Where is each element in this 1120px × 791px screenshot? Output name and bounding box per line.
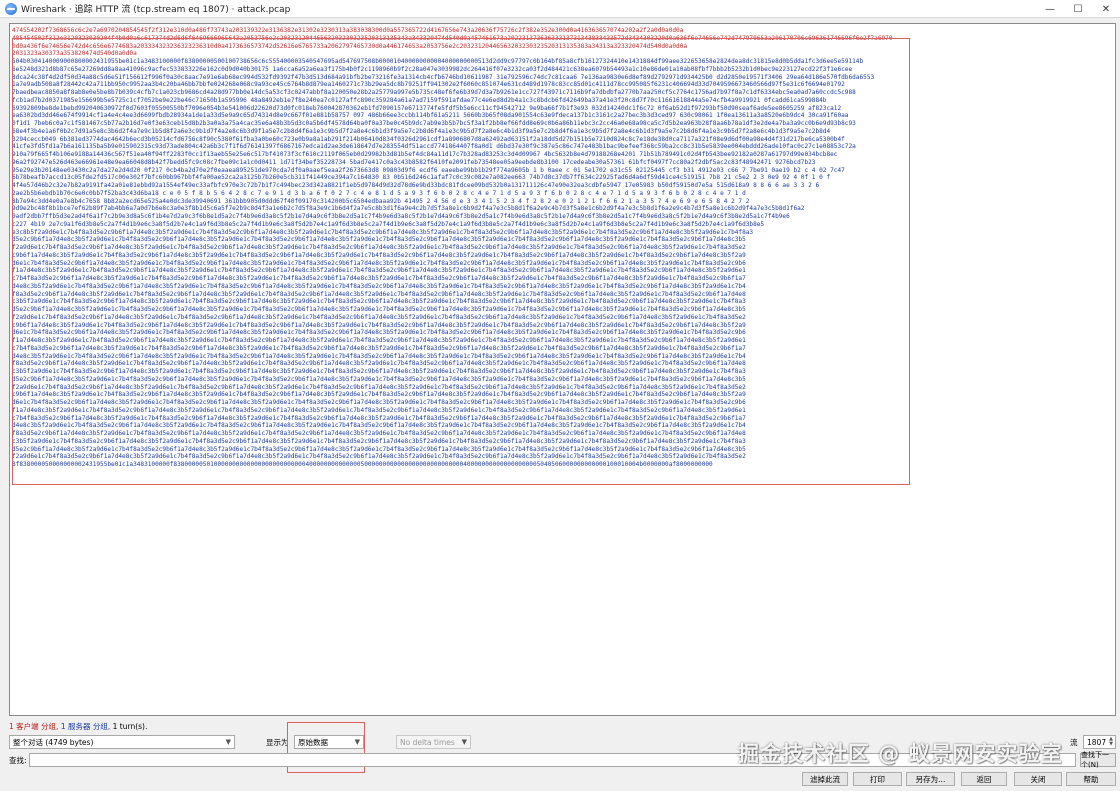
client-data-line: 2031323a30373a353820474d540d0a0d0a (12, 50, 137, 58)
chevron-down-icon: ▼ (461, 738, 467, 746)
client-packets-count: 1 客户端 分组, (9, 722, 59, 731)
server-packets-count: 1 服务器 分组, (60, 722, 111, 731)
back-button[interactable]: 返回 (961, 772, 1007, 786)
server-data-line: d6e1c7b4f8a3d5e2c9b6f1a7d4e8c3b5f2a9d6e1… (12, 399, 746, 406)
window-controls: — ☐ ✕ (1036, 0, 1120, 18)
close-window-button[interactable]: ✕ (1092, 0, 1120, 18)
server-data-line: c227 4b19 2e7c9a1f6d3b8e5c2a7f4d1b9e6c3a… (12, 220, 765, 228)
server-data-line: fcb1ad7b2d0371985e156699b5e5725c1cf7052b… (12, 96, 827, 104)
server-data-line: 0f1d1 7beb6c0a7c1f581467c5b77a2b16d7e0f3… (12, 120, 856, 127)
server-data-line: f1a7d4e8c3b5f2a9d6e1c7b4f8a3d5e2c9b6f1a7… (12, 267, 746, 275)
server-data-line: 910a79f665f4b106e9188a14436c567f51ea40f9… (12, 151, 838, 158)
server-data-line: f2a9d6e1c7b4f8a3d5e2c9b6f1a7d4e8c3b5f2a9… (12, 453, 746, 461)
stream-text[interactable]: 474554202f7368656c6c2e7a6970204854545f2f… (10, 24, 1115, 469)
client-data-line: 474554202f7368656c6c2e7a6970204854545f2f… (12, 27, 684, 34)
server-data-line: 96a2f92747e526d463e66961e48e9ea66048d8b4… (12, 158, 816, 166)
server-data-line: d6e1c7b4f8a3d5e2c9b6f1a7d4e8c3b5f2a9d6e1… (12, 259, 746, 267)
server-data-line: c9b6f1a7d4e8c3b5f2a9d6e1c7b4f8a3d5e2c9b6… (12, 391, 746, 399)
server-data-line: 68e4f3b4e1a6f0b2c7d91a5e8c3b6d2f4a7e9c1b… (12, 127, 831, 135)
stream-number-value: 1807 (1087, 737, 1107, 747)
server-data-line: 1a7e9adb508a8f28442c42a711bb950c9952aa3b… (12, 81, 845, 89)
server-data-line: f8a3d5e2c9b6f1a7d4e8c3b5f2a9d6e1c7b4f8a3… (12, 290, 746, 298)
server-data-line: f8a3d5e2c9b6f1a7d4e8c3b5f2a9d6e1c7b4f8a3… (12, 360, 746, 368)
server-data-line: 504b0304140009000800002431955be01c1a3483… (12, 58, 864, 65)
stream-number-spinbox[interactable]: 1807 ▲ ▼ (1083, 735, 1116, 749)
server-data-line: 8b7e94c3dd4e0a7e8b4c7658 8b82a2ecd65e525… (12, 197, 750, 205)
server-data-line: c3b5f2a9d6e1c7b4f8a3d5e2c9b6f1a7d4e8c3b5… (12, 298, 746, 306)
server-data-line: 6b78beafb7accd13c05fde2fd517c00e302f7bfc… (12, 174, 831, 182)
server-data-line: 6e5248d321d8b87c65e27269dd8a8aa41096c9ac… (12, 65, 853, 73)
server-data-line: c7b4f8a3d5e2c9b6f1a7d4e8c3b5f2a9d6e1c7b4… (12, 414, 746, 422)
close-button[interactable]: 关闭 (1014, 772, 1062, 786)
turns-count: 1 turn(s). (112, 722, 148, 731)
server-data-line: 8f838000050000000002431955be01c1a3483100… (12, 461, 713, 468)
minimize-button[interactable]: — (1036, 0, 1064, 18)
stream-stats: 1 客户端 分组, 1 服务器 分组, 1 turn(s). (9, 721, 147, 732)
server-data-line: d5e2c9b6f1a7d4e8c3b5f2a9d6e1c7b4f8a3d5e2… (12, 236, 746, 244)
server-data-line: c7b4f8a3d5e2c9b6f1a7d4e8c3b5f2a9d6e1c7b4… (12, 344, 746, 352)
client-data-line: 0d0a436f6e74656e742d4c656e6774683a203334… (12, 42, 688, 50)
save-as-button[interactable]: 另存为... (906, 772, 955, 786)
server-data-line: 9d9e2bc48f8b1bce7ef62b89f7ab4bb6a7a0d7b6… (12, 205, 805, 213)
server-data-line: 41cfe3fd5fd1a7b6a161135ba5b9e015902315c9… (12, 143, 856, 151)
watermark-text: 掘金技术社区 @ 蚁景网安实验室 (738, 742, 1063, 766)
spin-arrows-icon[interactable]: ▲ ▼ (1109, 737, 1113, 747)
find-label: 查找: (9, 756, 27, 765)
stream-label: 流 (1070, 738, 1078, 747)
filter-out-button[interactable]: 滤掉此流 (802, 772, 848, 786)
server-data-line: e3c8b5f2a9d6e1c7b4f8a3d5e2c9b6f1a7d4e8c3… (12, 228, 754, 236)
chevron-down-icon: ▼ (225, 738, 231, 746)
title-bar: Wireshark · 追踪 HTTP 流 (tcp.stream eq 180… (0, 0, 1120, 18)
maximize-button[interactable]: ☐ (1064, 0, 1092, 18)
wireshark-logo-icon (5, 2, 17, 15)
show-as-label: 显示为 (266, 738, 289, 747)
conversation-select-value: 整个对话 (4749 bytes) (13, 737, 94, 747)
print-button[interactable]: 打印 (853, 772, 902, 786)
server-data-line: c9b6f1a7d4e8c3b5f2a9d6e1c7b4f8a3d5e2c9b6… (12, 251, 746, 259)
server-data-line: c3b5f2a9d6e1c7b4f8a3d5e2c9b6f1a7d4e8c3b5… (12, 368, 746, 375)
server-data-line: ea6302bd3dd46e674f9914cf1a4e4c4ee3d6699f… (12, 112, 849, 120)
delta-times-select: No delta times ▼ (396, 735, 471, 749)
server-data-line: 2ae2b5b6ebdb1b70c6e0c0bb7f52ba3c43d6ba18… (12, 189, 746, 197)
server-data-line: d4e8c3b5f2a9d6e1c7b4f8a3d5e2c9b6f1a7d4e8… (12, 352, 746, 360)
server-data-line: c3b5f2a9d6e1c7b4f8a3d5e2c9b6f1a7d4e8c3b5… (12, 437, 746, 445)
server-data-line: d5e2c9b6f1a7d4e8c3b5f2a9d6e1c7b4f8a3d5e2… (12, 306, 746, 313)
stream-content-pane[interactable]: 474554202f7368656c6c2e7a6970204854545f2f… (9, 23, 1116, 716)
server-data-line: d4e8c3b5f2a9d6e1c7b4f8a3d5e2c9b6f1a7d4e8… (12, 422, 746, 430)
server-data-line: d5e2c9b6f1a7d4e8c3b5f2a9d6e1c7b4f8a3d5e2… (12, 445, 746, 453)
server-data-line: f2a9d6e1c7b4f8a3d5e2c9b6f1a7d4e8c3b5f2a9… (12, 383, 746, 391)
server-data-line: d6e1c7b4f8a3d5e2c9b6f1a7d4e8c3b5f2a9d6e1… (12, 329, 746, 337)
server-data-line: f2a9d6e1c7b4f8a3d5e2c9b6f1a7d4e8c3b5f2a9… (12, 244, 746, 251)
client-data-line: 485454502f312e3120323030204f4b0d0a6c6173… (12, 34, 893, 42)
server-data-line: f1a7d4e8c3b5f2a9d6e1c7b4f8a3d5e2c9b6f1a7… (12, 406, 746, 414)
server-data-line: d4e8c3b5f2a9d6e1c7b4f8a3d5e2c9b6f1a7d4e8… (12, 282, 746, 290)
server-data-line: c7b4f8a3d5e2c9b6f1a7d4e8c3b5f2a9d6e1c7b4… (12, 275, 746, 282)
server-data-line: 3294ceccb049 6b381ed3774dac4642b6ecd3b05… (12, 135, 845, 143)
server-data-line: f1a7d4e8c3b5f2a9d6e1c7b4f8a3d5e2c9b6f1a7… (12, 337, 746, 344)
server-data-line: 0adf2dbb7ffb5d3e2ad4f6a1f7c2b9e3d8a5c6f1… (12, 213, 790, 220)
server-data-line: 8dca24c38f4d2df50d34a88c5d6e51f156612f99… (12, 73, 875, 81)
server-data-line: 7baedbeac8850a8f8ab8e0e5be8b7b039c4cfb7c… (12, 89, 856, 96)
server-data-line: 95e29e3b20148ee03430c2a7da27e2d4d20 0f21… (12, 166, 845, 174)
help-button[interactable]: 帮助 (1066, 772, 1116, 786)
server-data-line: 4f4e57d46b2c32e7b82a9191fa42a01e81ebbd92… (12, 182, 820, 189)
server-data-line: d5e2c9b6f1a7d4e8c3b5f2a9d6e1c7b4f8a3d5e2… (12, 375, 746, 383)
server-data-line: f2a9d6e1c7b4f8a3d5e2c9b6f1a7d4e8c3b5f2a9… (12, 313, 746, 321)
window-title: Wireshark · 追踪 HTTP 流 (tcp.stream eq 180… (21, 5, 291, 15)
server-data-line: 69392809be8de1bebd992040630972f0d7603f05… (12, 104, 842, 112)
conversation-select[interactable]: 整个对话 (4749 bytes) ▼ (9, 735, 235, 749)
find-next-button[interactable]: 查找下一个(N) (1080, 751, 1116, 769)
delta-times-select-value: No delta times (400, 737, 455, 747)
server-data-line: f8a3d5e2c9b6f1a7d4e8c3b5f2a9d6e1c7b4f8a3… (12, 430, 746, 437)
server-data-line: c9b6f1a7d4e8c3b5f2a9d6e1c7b4f8a3d5e2c9b6… (12, 321, 746, 329)
